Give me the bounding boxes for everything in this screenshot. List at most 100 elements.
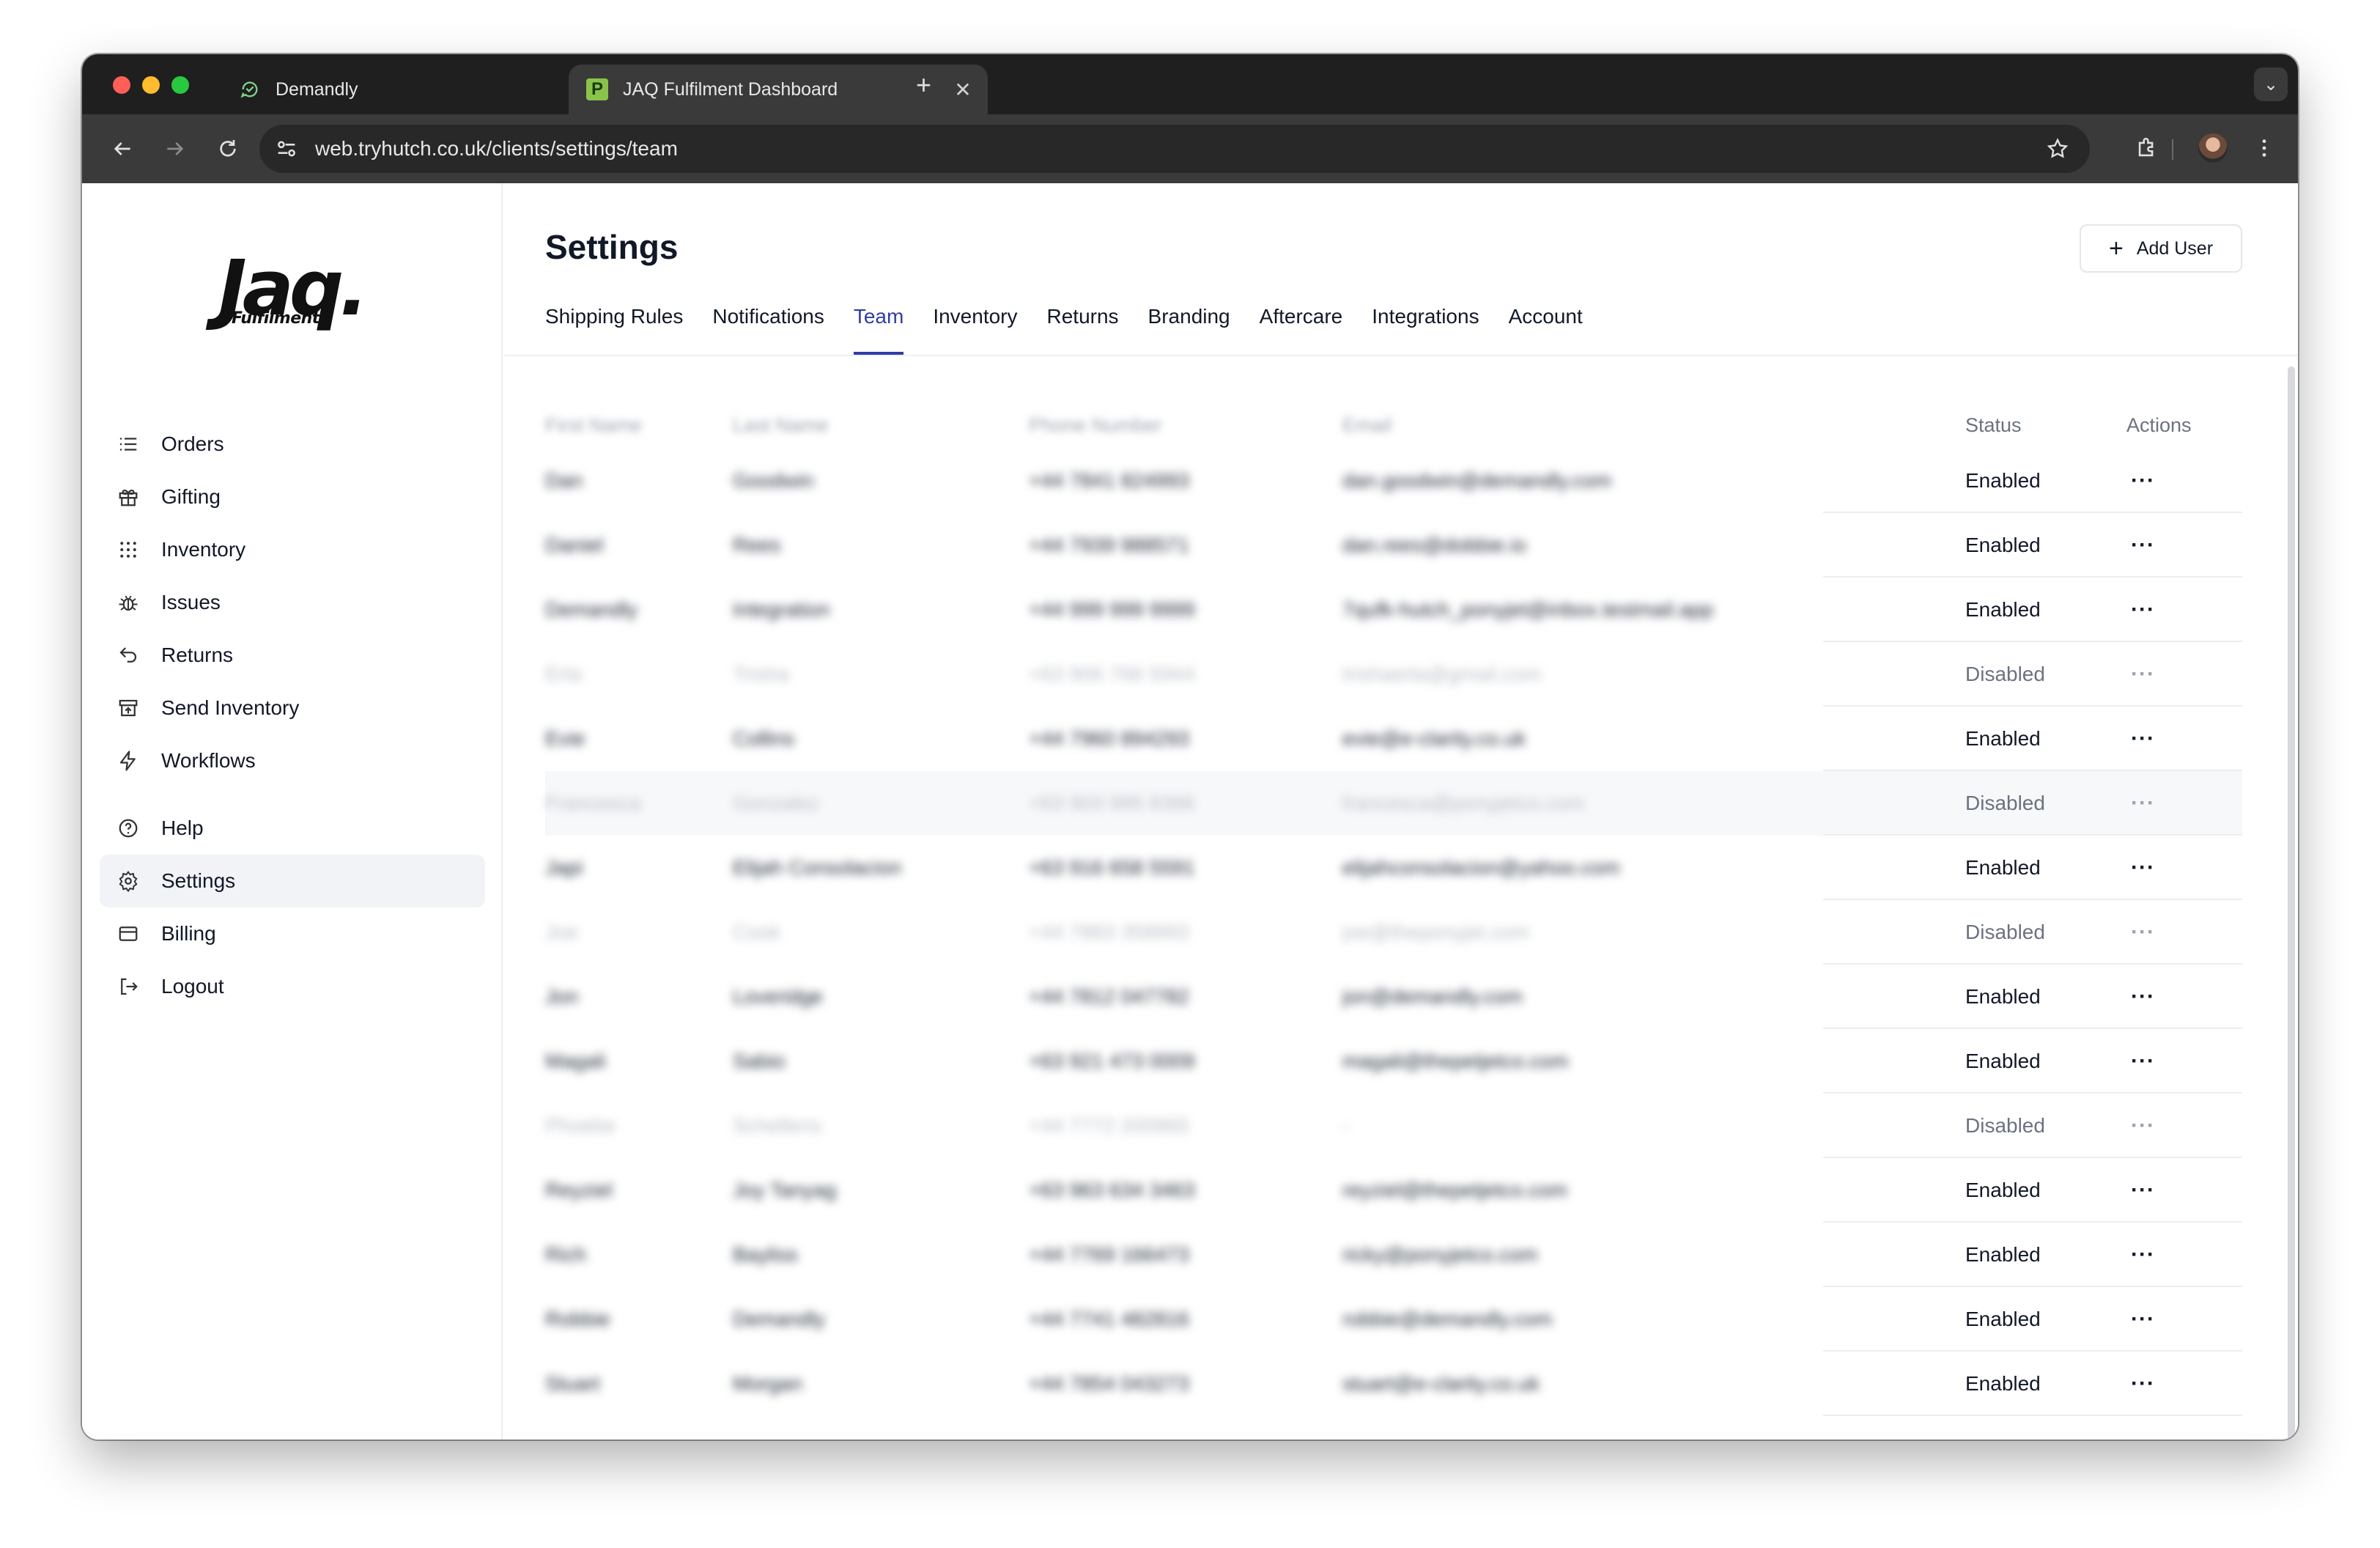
first-name-cell: Demandly xyxy=(545,598,638,621)
row-actions-menu-icon[interactable]: ··· xyxy=(2126,726,2242,751)
minimize-window-button[interactable] xyxy=(142,76,160,94)
row-actions-menu-icon[interactable]: ··· xyxy=(2126,1113,2242,1138)
sidebar-item-inventory[interactable]: Inventory xyxy=(100,523,485,576)
tab-integrations[interactable]: Integrations xyxy=(1372,295,1479,355)
help-icon xyxy=(116,816,141,841)
site-settings-icon[interactable] xyxy=(274,136,299,161)
sidebar-item-workflows[interactable]: Workflows xyxy=(100,734,485,787)
table-row[interactable]: Robbie Demandly +44 7741 482816 robbie@dema… xyxy=(545,1287,2242,1352)
address-bar[interactable]: web.tryhutch.co.uk/clients/settings/team xyxy=(259,125,2090,173)
table-row[interactable]: Erla Trisha +63 906 766 5944 trishaerla@gma… xyxy=(545,642,2242,707)
table-row[interactable]: Joe Cook +44 7883 358993 joe@theponyjet.com… xyxy=(545,900,2242,965)
last-name-cell: Bayliss xyxy=(733,1243,798,1266)
row-actions-menu-icon[interactable]: ··· xyxy=(2126,855,2242,880)
table-row[interactable]: Dan Goodwin +44 7841 824993 dan.goodwin@dem… xyxy=(545,449,2242,513)
maximize-window-button[interactable] xyxy=(171,76,189,94)
table-row[interactable]: Reyziel Joy Tanyag +63 963 634 3463 reyziel… xyxy=(545,1158,2242,1223)
status-cell: Enabled xyxy=(1965,985,2041,1008)
phone-number-cell: +63 916 658 5591 xyxy=(1029,856,1195,879)
table-row[interactable]: Daniel Rees +44 7939 988571 dan.rees@dobbie… xyxy=(545,513,2242,578)
sidebar-item-returns[interactable]: Returns xyxy=(100,629,485,682)
row-actions-menu-icon[interactable]: ··· xyxy=(2126,1242,2242,1267)
bookmark-star-icon[interactable] xyxy=(2046,137,2069,161)
return-icon xyxy=(116,643,141,668)
table-row[interactable]: Japi Elijah Consolacion +63 916 658 5591 el… xyxy=(545,836,2242,900)
back-arrow-icon[interactable] xyxy=(104,130,141,167)
last-name-cell: Schellens xyxy=(733,1114,822,1137)
plus-icon: + xyxy=(2108,235,2124,262)
last-name-cell: Elijah Consolacion xyxy=(733,856,902,879)
email-cell: - xyxy=(1342,1114,1350,1137)
card-icon xyxy=(116,921,141,946)
profile-avatar[interactable] xyxy=(2198,133,2228,163)
table-row[interactable]: Evie Collins +44 7960 894293 evie@e-clarity… xyxy=(545,707,2242,771)
table-row[interactable]: Demandly Integration +44 999 999 9999 7qufk… xyxy=(545,578,2242,642)
tab-shipping-rules[interactable]: Shipping Rules xyxy=(545,295,683,355)
jaq-logo[interactable]: Jaq. Fulfilment xyxy=(218,248,372,343)
table-row[interactable]: Magali Sabio +63 921 473 0009 magali@thepet… xyxy=(545,1029,2242,1094)
row-actions-menu-icon[interactable]: ··· xyxy=(2126,791,2242,816)
first-name-cell: Japi xyxy=(545,856,583,879)
tab-account[interactable]: Account xyxy=(1509,295,1583,355)
first-name-cell: Rich xyxy=(545,1243,587,1266)
sidebar-item-orders[interactable]: Orders xyxy=(100,418,485,471)
row-actions-menu-icon[interactable]: ··· xyxy=(2126,1049,2242,1074)
header-last-name: Last Name xyxy=(733,413,829,436)
row-actions-menu-icon[interactable]: ··· xyxy=(2126,920,2242,945)
row-actions-menu-icon[interactable]: ··· xyxy=(2126,1178,2242,1203)
last-name-cell: Loveridge xyxy=(733,985,823,1008)
tab-inventory[interactable]: Inventory xyxy=(933,295,1017,355)
sidebar-item-settings[interactable]: Settings xyxy=(100,855,485,907)
table-row[interactable]: Rich Bayliss +44 7769 166473 ricky@ponyjetc… xyxy=(545,1223,2242,1287)
tab-title: JAQ Fulfilment Dashboard xyxy=(623,78,838,100)
table-row[interactable]: Stuart Morgan +44 7854 043273 stuart@e-clar… xyxy=(545,1352,2242,1416)
status-cell: Enabled xyxy=(1965,727,2041,750)
sidebar-item-send-inventory[interactable]: Send Inventory xyxy=(100,682,485,734)
sidebar-item-gifting[interactable]: Gifting xyxy=(100,471,485,523)
page-scrollbar[interactable] xyxy=(2288,366,2295,1440)
gift-icon xyxy=(116,484,141,509)
tab-aftercare[interactable]: Aftercare xyxy=(1260,295,1343,355)
extensions-icon[interactable] xyxy=(2132,133,2162,163)
row-actions-menu-icon[interactable]: ··· xyxy=(2126,533,2242,558)
row-actions-menu-icon[interactable]: ··· xyxy=(2126,662,2242,687)
row-actions-menu-icon[interactable]: ··· xyxy=(2126,984,2242,1009)
reload-icon[interactable] xyxy=(210,130,246,167)
phone-number-cell: +63 963 634 3463 xyxy=(1029,1179,1195,1201)
row-actions-menu-icon[interactable]: ··· xyxy=(2126,468,2242,493)
close-tab-icon[interactable]: ✕ xyxy=(948,78,978,102)
tab-branding[interactable]: Branding xyxy=(1148,295,1230,355)
tab-title: Demandly xyxy=(276,78,358,100)
tab-team[interactable]: Team xyxy=(853,295,904,355)
table-row[interactable]: Francesca Gonzalez +63 903 995 8396 frances… xyxy=(545,771,2242,836)
first-name-cell: Dan xyxy=(545,469,583,492)
table-row[interactable]: Jon Loveridge +44 7812 047782 jon@demandly.… xyxy=(545,965,2242,1029)
tab-returns[interactable]: Returns xyxy=(1047,295,1119,355)
add-user-button[interactable]: + Add User xyxy=(2080,224,2242,273)
browser-menu-icon[interactable] xyxy=(2250,133,2279,163)
grid-icon xyxy=(116,537,141,562)
email-cell: robbie@demandly.com xyxy=(1342,1308,1553,1330)
new-tab-icon[interactable]: + xyxy=(916,72,931,98)
tab-notifications[interactable]: Notifications xyxy=(712,295,824,355)
app-page: Jaq. Fulfilment Orders Gifting Inventory xyxy=(82,183,2298,1440)
row-divider xyxy=(1823,1415,2242,1416)
row-actions-menu-icon[interactable]: ··· xyxy=(2126,1371,2242,1396)
sidebar-item-issues[interactable]: Issues xyxy=(100,576,485,629)
main-content: Settings + Add User Shipping Rules Notif… xyxy=(504,183,2298,1440)
sidebar-item-logout[interactable]: Logout xyxy=(100,960,485,1013)
sidebar-item-help[interactable]: Help xyxy=(100,802,485,855)
table-row[interactable]: Phoebe Schellens +44 7772 200965 - Disabled ·… xyxy=(545,1094,2242,1158)
sidebar-item-billing[interactable]: Billing xyxy=(100,907,485,960)
first-name-cell: Evie xyxy=(545,727,585,750)
last-name-cell: Sabio xyxy=(733,1050,786,1072)
email-cell: evie@e-clarity.co.uk xyxy=(1342,727,1526,750)
last-name-cell: Collins xyxy=(733,727,795,750)
phone-number-cell: +44 7960 894293 xyxy=(1029,727,1189,750)
row-actions-menu-icon[interactable]: ··· xyxy=(2126,1307,2242,1332)
forward-arrow-icon[interactable] xyxy=(157,130,193,167)
row-actions-menu-icon[interactable]: ··· xyxy=(2126,597,2242,622)
close-window-button[interactable] xyxy=(113,76,130,94)
email-cell: magali@thepetjetco.com xyxy=(1342,1050,1569,1072)
tab-search-chevron-icon[interactable]: ⌄ xyxy=(2254,67,2288,101)
